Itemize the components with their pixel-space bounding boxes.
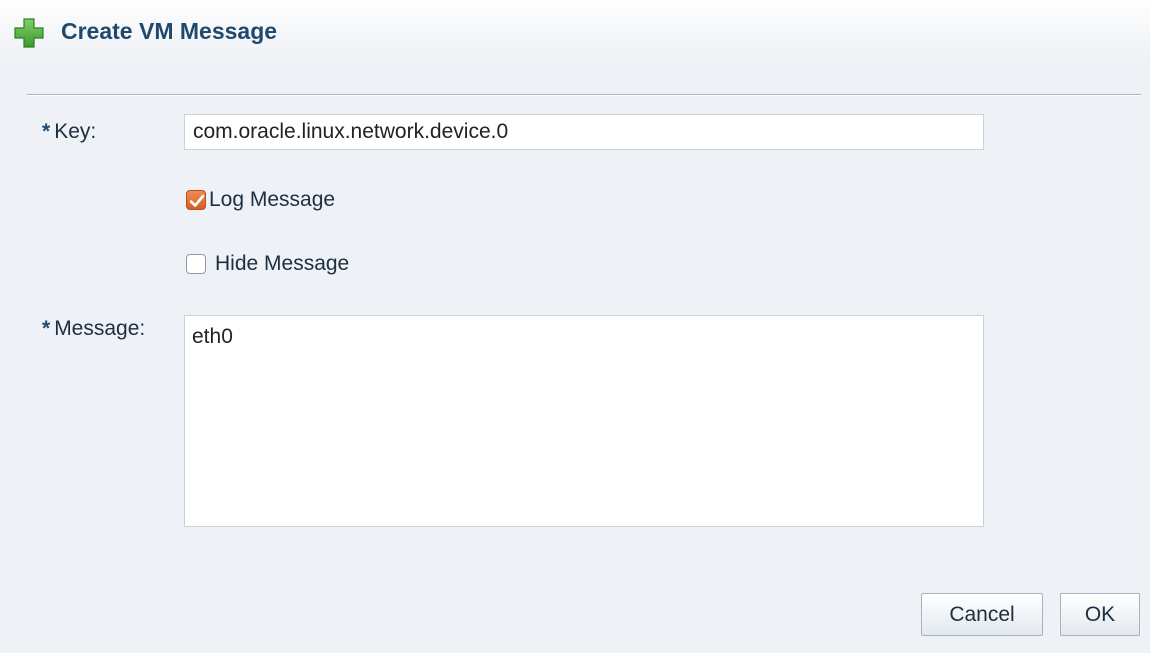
- log-message-option[interactable]: Log Message: [186, 186, 335, 214]
- message-label-text: Message:: [54, 317, 146, 340]
- dialog-title: Create VM Message: [61, 18, 278, 44]
- hide-message-label[interactable]: Hide Message: [215, 251, 349, 277]
- log-message-label[interactable]: Log Message: [209, 187, 335, 213]
- hide-message-checkbox[interactable]: [186, 254, 206, 274]
- message-label: * Message:: [42, 316, 145, 342]
- required-marker: *: [42, 317, 51, 340]
- key-label-text: Key:: [54, 120, 97, 143]
- create-vm-message-dialog: Create VM Message * Key: com.oracle.linux…: [0, 0, 1150, 653]
- log-message-checkbox[interactable]: [186, 190, 206, 210]
- key-label: * Key:: [42, 119, 96, 145]
- message-textarea[interactable]: eth0: [184, 315, 984, 527]
- checkmark-icon: [189, 194, 205, 207]
- cancel-button[interactable]: Cancel: [921, 593, 1043, 636]
- key-input[interactable]: com.oracle.linux.network.device.0: [184, 114, 984, 150]
- required-marker: *: [42, 120, 51, 143]
- ok-button[interactable]: OK: [1060, 593, 1140, 636]
- hide-message-option[interactable]: Hide Message: [186, 250, 349, 278]
- dialog-header: Create VM Message: [0, 0, 1150, 64]
- plus-icon: [14, 18, 44, 48]
- header-divider: [27, 94, 1141, 96]
